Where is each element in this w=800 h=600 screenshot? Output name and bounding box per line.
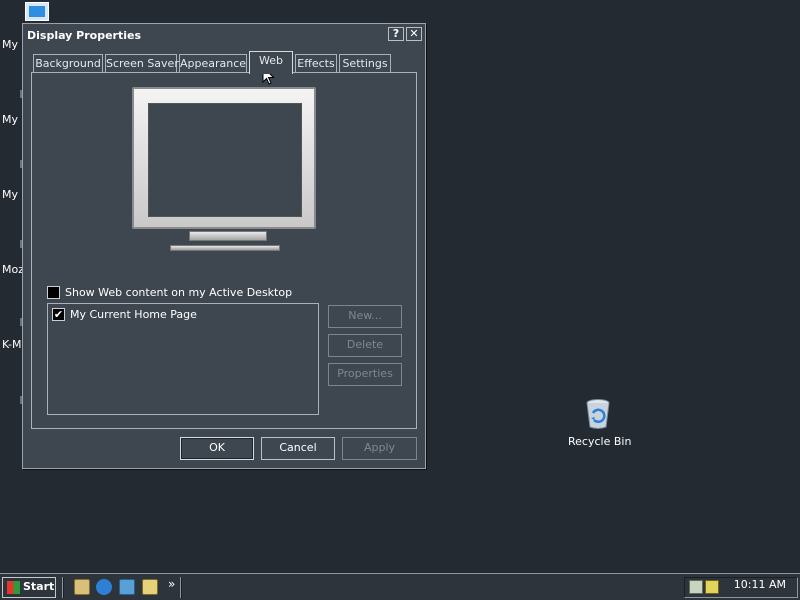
recycle-bin-label[interactable]: Recycle Bin	[568, 435, 631, 448]
web-tab-panel: Show Web content on my Active Desktop ✔ …	[31, 72, 417, 429]
windows-explorer-icon[interactable]	[142, 579, 158, 595]
taskbar: Start » 10:11 AM	[0, 573, 800, 600]
taskbar-clock[interactable]: 10:11 AM	[734, 578, 786, 591]
tab-screen-saver[interactable]: Screen Saver	[105, 54, 179, 73]
display-properties-window: Display Properties ? ✕ Background Screen…	[22, 23, 426, 469]
desktop-icon-label-mozilla[interactable]: Moz	[2, 263, 24, 276]
network-tray-icon[interactable]	[689, 580, 703, 594]
quick-launch-more-button[interactable]: »	[168, 577, 175, 591]
internet-explorer-icon[interactable]	[96, 579, 112, 595]
show-web-content-label: Show Web content on my Active Desktop	[65, 286, 293, 299]
recycle-bin-icon[interactable]	[584, 398, 612, 430]
volume-tray-icon[interactable]	[705, 580, 719, 594]
ok-button[interactable]: OK	[180, 437, 254, 460]
show-desktop-icon[interactable]	[74, 579, 90, 595]
tab-effects[interactable]: Effects	[295, 54, 337, 73]
monitor-base	[170, 245, 280, 251]
active-desktop-items-list[interactable]: ✔ My Current Home Page	[47, 303, 319, 415]
help-button[interactable]: ?	[388, 27, 404, 41]
desktop-icon-label-my-computer[interactable]: My	[2, 38, 18, 51]
start-button[interactable]: Start	[2, 577, 56, 598]
list-item-label: My Current Home Page	[70, 308, 197, 321]
cancel-button[interactable]: Cancel	[261, 437, 335, 460]
monitor-stand	[189, 231, 267, 241]
new-button[interactable]: New...	[328, 305, 402, 328]
taskbar-separator	[62, 577, 64, 598]
outlook-express-icon[interactable]	[119, 579, 135, 595]
title-bar[interactable]: Display Properties ? ✕	[25, 26, 423, 44]
show-web-content-checkbox[interactable]	[47, 286, 60, 299]
desktop-icon-label-k-meleon[interactable]: K-M	[2, 338, 22, 351]
apply-button[interactable]: Apply	[342, 437, 417, 460]
tab-web[interactable]: Web	[249, 51, 293, 74]
desktop-icon-label-my-network[interactable]: My	[2, 188, 18, 201]
desktop-icon-top[interactable]	[25, 2, 49, 21]
close-button[interactable]: ✕	[406, 27, 422, 41]
taskbar-separator	[180, 577, 182, 598]
tab-appearance[interactable]: Appearance	[179, 54, 247, 73]
windows-logo-icon	[7, 581, 20, 594]
delete-button[interactable]: Delete	[328, 334, 402, 357]
window-title: Display Properties	[27, 28, 142, 42]
tab-background[interactable]: Background	[33, 54, 103, 73]
list-item-checkbox[interactable]: ✔	[52, 308, 65, 321]
start-label: Start	[23, 580, 55, 593]
monitor-preview-icon	[132, 87, 316, 229]
tab-settings[interactable]: Settings	[339, 54, 391, 73]
properties-button[interactable]: Properties	[328, 363, 402, 386]
monitor-preview-screen	[148, 103, 302, 217]
